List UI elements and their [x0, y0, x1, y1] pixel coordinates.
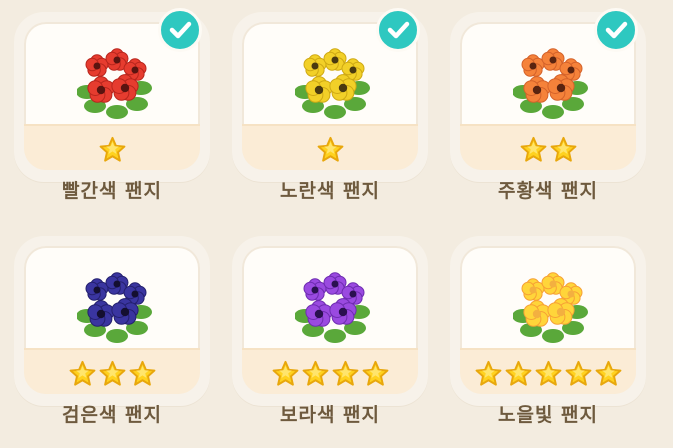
collection-grid: 빨간색 팬지 노란색 팬지 주황색 팬지 검은색 팬지 보라색 팬지 노을빛 팬… — [0, 0, 673, 448]
item-name: 빨간색 팬지 — [61, 180, 162, 202]
star-icon — [272, 360, 298, 386]
rarity-stars — [460, 358, 636, 388]
item-name: 검은색 팬지 — [61, 404, 162, 426]
star-icon — [129, 360, 155, 386]
rarity-band — [460, 348, 636, 394]
item-name: 주황색 팬지 — [497, 180, 598, 202]
star-icon — [69, 360, 95, 386]
pansy-icon — [295, 272, 370, 343]
item-card[interactable]: 노을빛 팬지 — [442, 224, 654, 432]
card-inner — [242, 246, 418, 394]
star-icon — [332, 360, 358, 386]
pansy-icon — [295, 48, 370, 119]
rarity-stars — [460, 134, 636, 164]
star-icon — [99, 136, 125, 162]
rarity-band — [460, 124, 636, 170]
star-icon — [362, 360, 388, 386]
card-inner — [460, 246, 636, 394]
item-name: 노란색 팬지 — [279, 180, 380, 202]
star-icon — [550, 136, 576, 162]
item-card[interactable]: 노란색 팬지 — [224, 0, 436, 208]
checkmark-icon — [158, 8, 202, 52]
card-frame — [14, 236, 210, 406]
star-icon — [520, 136, 546, 162]
star-icon — [535, 360, 561, 386]
star-icon — [475, 360, 501, 386]
item-card[interactable]: 빨간색 팬지 — [6, 0, 218, 208]
rarity-stars — [242, 358, 418, 388]
card-frame — [450, 236, 646, 406]
pansy-icon — [77, 48, 152, 119]
rarity-band — [242, 124, 418, 170]
rarity-stars — [24, 134, 200, 164]
star-icon — [317, 136, 343, 162]
pansy-icon — [513, 48, 588, 119]
card-frame — [232, 236, 428, 406]
checkmark-icon — [376, 8, 420, 52]
checkmark-icon — [594, 8, 638, 52]
item-card[interactable]: 보라색 팬지 — [224, 224, 436, 432]
rarity-band — [24, 348, 200, 394]
item-card[interactable]: 검은색 팬지 — [6, 224, 218, 432]
rarity-stars — [24, 358, 200, 388]
card-inner — [24, 246, 200, 394]
pansy-icon — [513, 272, 588, 343]
pansy-icon — [77, 272, 152, 343]
star-icon — [505, 360, 531, 386]
item-name: 노을빛 팬지 — [497, 404, 598, 426]
rarity-stars — [242, 134, 418, 164]
star-icon — [565, 360, 591, 386]
star-icon — [595, 360, 621, 386]
rarity-band — [242, 348, 418, 394]
star-icon — [302, 360, 328, 386]
item-name: 보라색 팬지 — [279, 404, 380, 426]
star-icon — [99, 360, 125, 386]
item-card[interactable]: 주황색 팬지 — [442, 0, 654, 208]
rarity-band — [24, 124, 200, 170]
